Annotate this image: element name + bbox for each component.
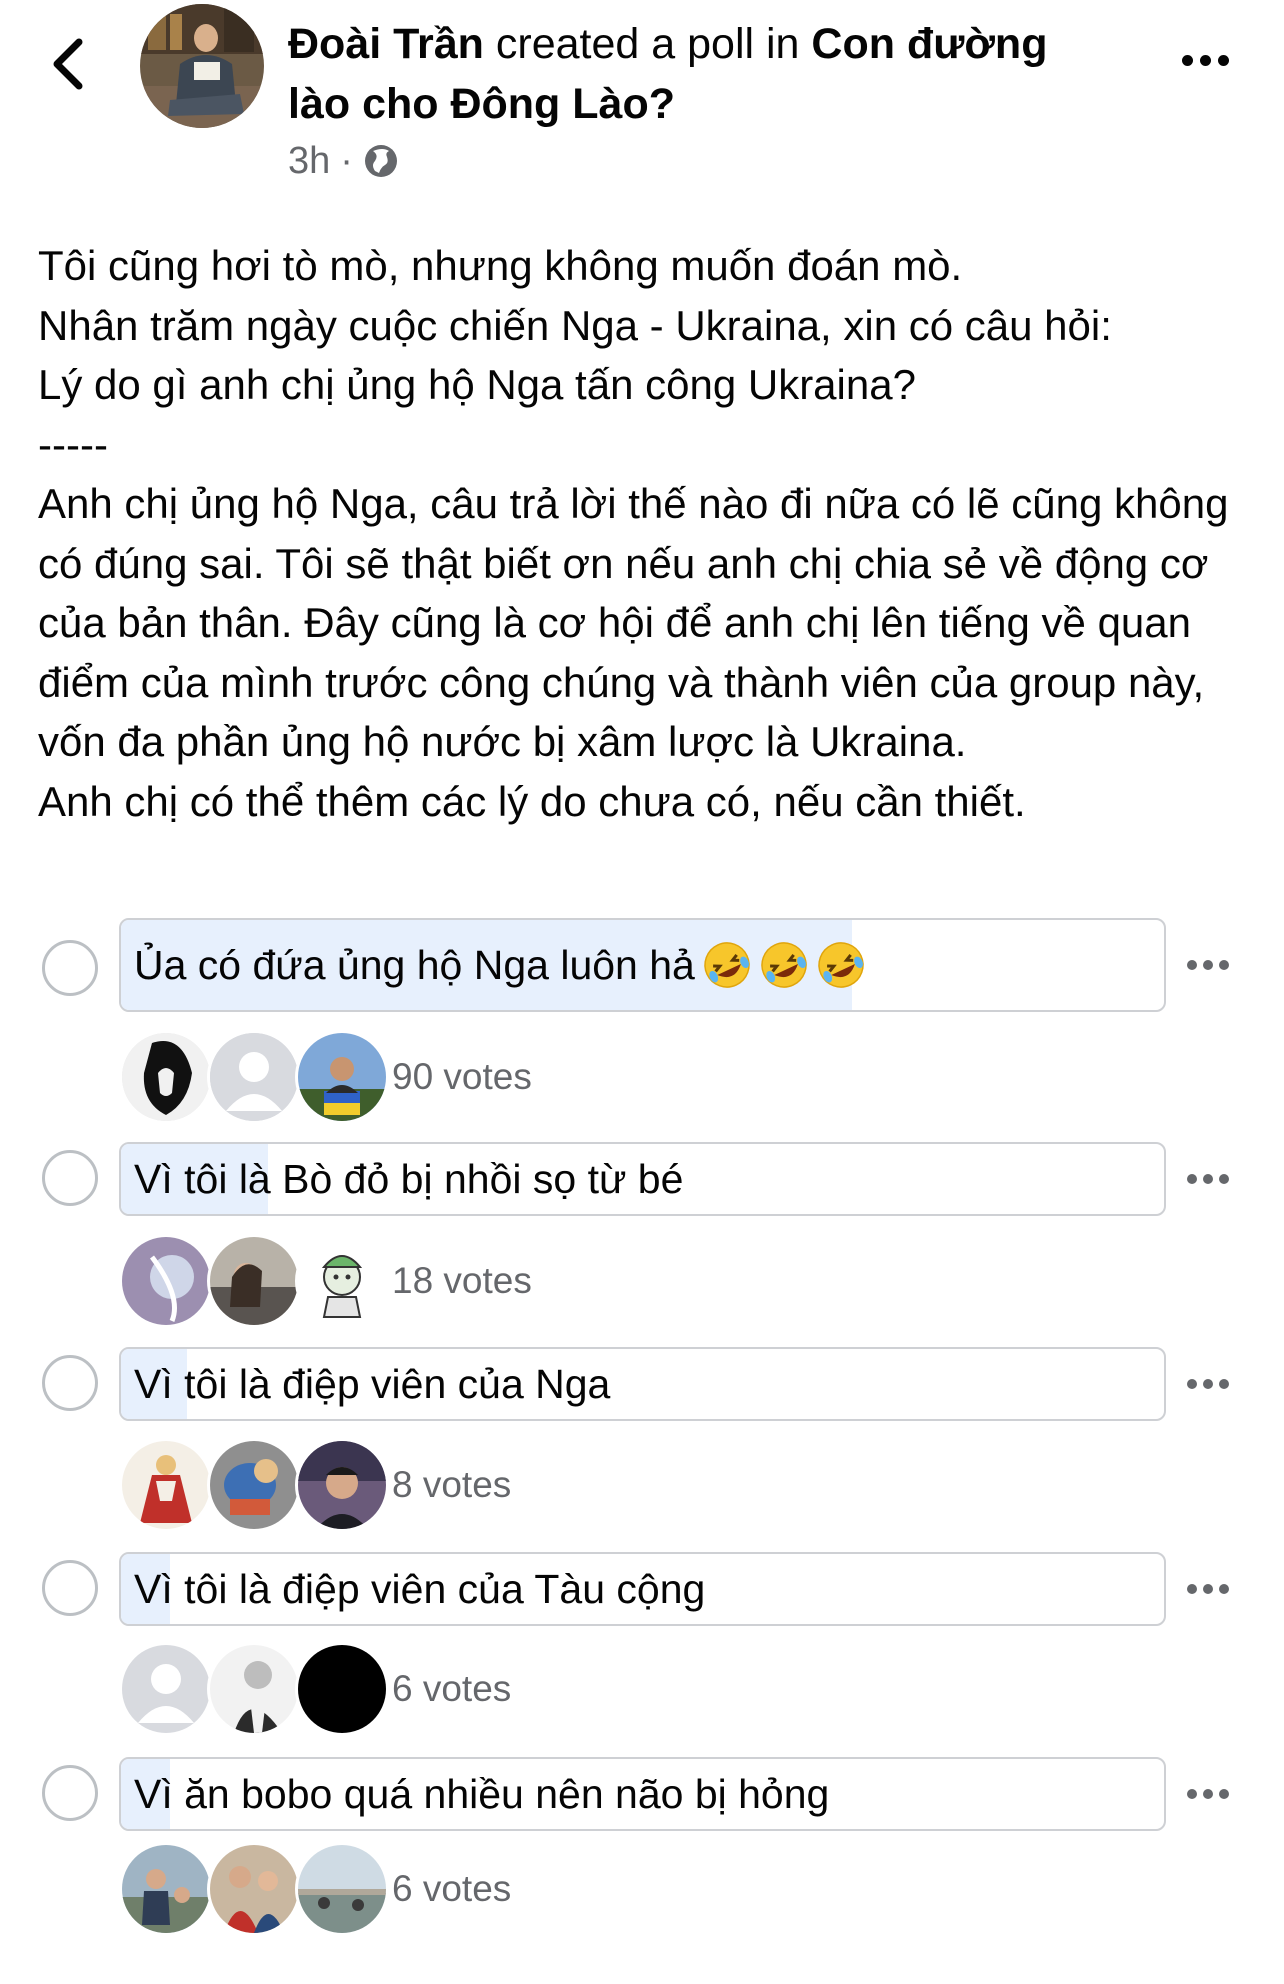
post-body: Tôi cũng hơi tò mò, nhưng không muốn đoá… xyxy=(38,236,1248,831)
voter-avatars[interactable] xyxy=(119,1234,389,1328)
poll-option-label: Vì tôi là Bò đỏ bị nhồi sọ từ bé xyxy=(134,1155,684,1202)
option-more-button[interactable] xyxy=(1178,1574,1238,1604)
vote-count[interactable]: 6 votes xyxy=(392,1642,511,1736)
option-more-button[interactable] xyxy=(1178,1369,1238,1399)
voter-avatars[interactable] xyxy=(119,1438,389,1532)
more-dot xyxy=(1181,54,1193,66)
author-name[interactable]: Đoài Trần xyxy=(288,20,484,68)
voter-avatar xyxy=(119,1642,213,1736)
poll-option-label: Ủa có đứa ủng hộ Nga luôn hả xyxy=(134,920,866,1010)
poll-option-bar[interactable]: Ủa có đứa ủng hộ Nga luôn hả xyxy=(119,918,1166,1012)
more-dot xyxy=(1199,54,1211,66)
vote-count[interactable]: 6 votes xyxy=(392,1842,511,1936)
voter-avatar xyxy=(119,1438,213,1532)
vote-count[interactable]: 18 votes xyxy=(392,1234,532,1328)
poll-radio[interactable] xyxy=(42,1765,98,1821)
poll-option-label: Vì tôi là điệp viên của Tàu cộng xyxy=(134,1565,706,1612)
post-line: Tôi cũng hơi tò mò, nhưng không muốn đoá… xyxy=(38,242,963,289)
more-dot xyxy=(1217,54,1229,66)
voter-avatar xyxy=(119,1030,213,1124)
meta-separator: · xyxy=(340,139,353,182)
poll-radio[interactable] xyxy=(42,940,98,996)
back-button[interactable] xyxy=(44,36,92,92)
poll-option-bar[interactable]: Vì tôi là điệp viên của Nga xyxy=(119,1347,1166,1421)
poll-option-label: Vì ăn bobo quá nhiều nên não bị hỏng xyxy=(134,1770,830,1817)
option-more-button[interactable] xyxy=(1178,1164,1238,1194)
poll-option-bar[interactable]: Vì ăn bobo quá nhiều nên não bị hỏng xyxy=(119,1757,1166,1831)
option-more-button[interactable] xyxy=(1178,1779,1238,1809)
post-line: Nhân trăm ngày cuộc chiến Nga - Ukraina,… xyxy=(38,301,1112,349)
voter-avatars[interactable] xyxy=(119,1642,389,1736)
voter-avatar xyxy=(207,1842,301,1936)
poll-option-bar[interactable]: Vì tôi là Bò đỏ bị nhồi sọ từ bé xyxy=(119,1142,1166,1216)
rolling-laughing-emoji-icon xyxy=(761,942,807,988)
poll-radio[interactable] xyxy=(42,1560,98,1616)
post-line: Anh chị có thể thêm các lý do chưa có, n… xyxy=(38,777,1026,825)
post-meta: 3h · xyxy=(288,136,399,186)
voter-avatar xyxy=(295,1030,389,1124)
voter-avatar xyxy=(207,1438,301,1532)
post-line: Lý do gì anh chị ủng hộ Nga tấn công Ukr… xyxy=(38,361,916,408)
voter-avatar xyxy=(119,1234,213,1328)
voter-avatar xyxy=(119,1842,213,1936)
voter-avatar xyxy=(295,1842,389,1936)
poll-radio[interactable] xyxy=(42,1355,98,1411)
voter-avatar xyxy=(295,1438,389,1532)
post-header: Đoài Trần created a poll in Con đường là… xyxy=(288,14,1118,134)
poll-option-bar[interactable]: Vì tôi là điệp viên của Tàu cộng xyxy=(119,1552,1166,1626)
post-paragraph: Anh chị ủng hộ Nga, câu trả lời thế nào … xyxy=(38,480,1229,765)
author-avatar[interactable] xyxy=(140,4,264,128)
poll-radio[interactable] xyxy=(42,1150,98,1206)
post-divider: ----- xyxy=(38,420,108,468)
voter-avatar xyxy=(295,1234,389,1328)
rolling-laughing-emoji-icon xyxy=(704,942,750,988)
post-time[interactable]: 3h xyxy=(288,140,330,183)
voter-avatars[interactable] xyxy=(119,1842,389,1936)
poll-option-label: Vì tôi là điệp viên của Nga xyxy=(134,1360,611,1407)
post-more-button[interactable] xyxy=(1170,40,1240,80)
voter-avatar xyxy=(207,1234,301,1328)
header-action: created a poll in xyxy=(483,20,812,68)
vote-count[interactable]: 90 votes xyxy=(392,1030,532,1124)
voter-avatar xyxy=(207,1642,301,1736)
voter-avatar xyxy=(207,1030,301,1124)
voter-avatars[interactable] xyxy=(119,1030,389,1124)
option-more-button[interactable] xyxy=(1178,950,1238,980)
voter-avatar xyxy=(295,1642,389,1736)
chevron-left-icon xyxy=(53,38,83,90)
rolling-laughing-emoji-icon xyxy=(818,942,864,988)
globe-icon xyxy=(364,145,397,177)
vote-count[interactable]: 8 votes xyxy=(392,1438,511,1532)
